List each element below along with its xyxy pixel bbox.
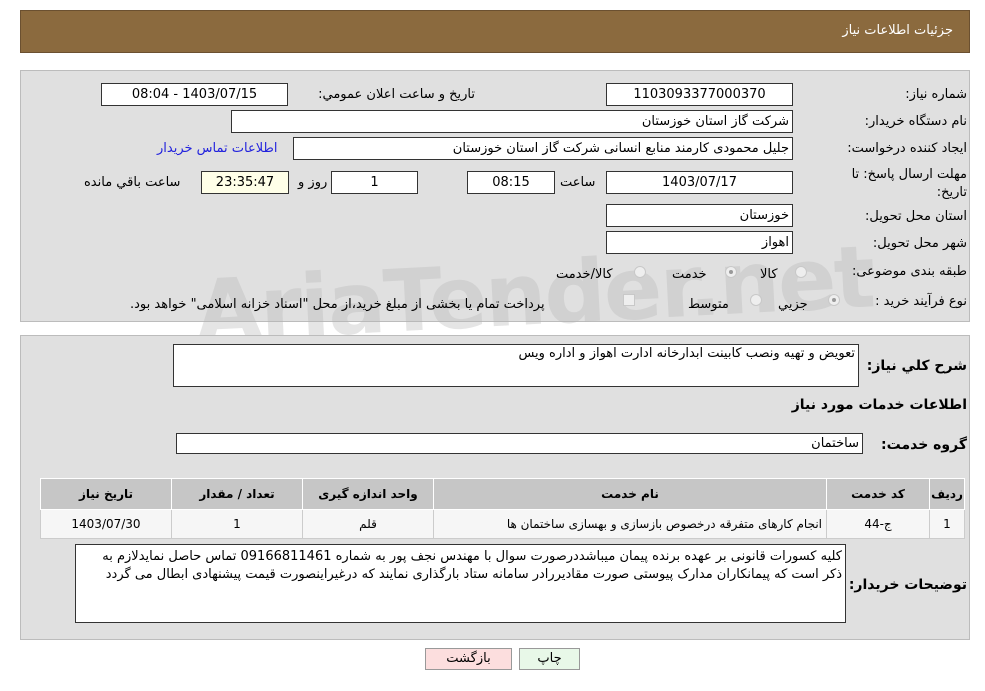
buyer-org-label: نام دستگاه خریدار: — [864, 114, 967, 129]
buyer-contact-link[interactable]: اطلاعات تماس خریدار — [157, 141, 277, 156]
col-qty: تعداد / مقدار — [171, 478, 303, 510]
deadline-label: مهلت ارسال پاسخ: تا تاریخ: — [851, 167, 967, 200]
table-header-row: ردیف کد خدمت نام خدمت واحد اندازه گیری ت… — [40, 478, 965, 510]
time-label: ساعت — [560, 175, 596, 190]
buyer-notes-label: توضیحات خریدار: — [848, 577, 967, 593]
remaining-time-field: 23:35:47 — [201, 171, 289, 194]
announce-field[interactable]: 1403/07/15 - 08:04 — [101, 83, 288, 106]
service-group-label: گروه خدمت: — [881, 437, 967, 453]
cell-unit: قلم — [302, 509, 434, 539]
process-radio-minor[interactable] — [828, 294, 840, 306]
cell-qty: 1 — [171, 509, 303, 539]
city-field[interactable]: اهواز — [606, 231, 793, 254]
deadline-time-field[interactable]: 08:15 — [467, 171, 555, 194]
process-option-minor: جزيي — [778, 297, 808, 312]
city-label: شهر محل تحویل: — [872, 236, 967, 251]
summary-textarea[interactable]: تعویض و تهیه ونصب کابینت ابدارخانه ادارت… — [173, 344, 859, 387]
col-code: کد خدمت — [826, 478, 930, 510]
page-title: جزئیات اطلاعات نیاز — [842, 23, 953, 38]
category-option-goods: کالا — [760, 267, 778, 282]
back-button[interactable]: بازگشت — [425, 648, 512, 670]
table-row: 1 ج-44 انجام کارهای متفرقه درخصوص بازساز… — [40, 509, 965, 539]
days-field[interactable]: 1 — [331, 171, 418, 194]
services-table: ردیف کد خدمت نام خدمت واحد اندازه گیری ت… — [40, 478, 965, 539]
treasury-payment-checkbox[interactable] — [623, 294, 635, 306]
category-radio-goods-service[interactable] — [634, 266, 646, 278]
services-title: اطلاعات خدمات مورد نیاز — [791, 397, 967, 413]
page-header: جزئیات اطلاعات نیاز — [20, 10, 970, 53]
summary-label: شرح کلي نیاز: — [866, 358, 967, 374]
service-group-field[interactable]: ساختمان — [176, 433, 863, 454]
cell-name: انجام کارهای متفرقه درخصوص بازسازی و بهس… — [433, 509, 827, 539]
col-date: تاریخ نیاز — [40, 478, 172, 510]
category-label: طبقه بندی موضوعی: — [851, 264, 967, 279]
col-name: نام خدمت — [433, 478, 827, 510]
creator-field[interactable]: جلیل محمودی کارمند منابع انسانی شرکت گاز… — [293, 137, 793, 160]
payment-note: پرداخت تمام یا بخشی از مبلغ خرید،از محل … — [130, 297, 545, 312]
cell-date: 1403/07/30 — [40, 509, 172, 539]
need-number-field[interactable]: 1103093377000370 — [606, 83, 793, 106]
process-label: نوع فرآیند خرید : — [875, 294, 967, 309]
category-option-goods-service: کالا/خدمت — [556, 267, 613, 282]
col-unit: واحد اندازه گیری — [302, 478, 434, 510]
cell-row: 1 — [929, 509, 965, 539]
need-number-label: شماره نیاز: — [905, 87, 967, 102]
cell-code: ج-44 — [826, 509, 930, 539]
process-option-medium: متوسط — [688, 297, 729, 312]
category-option-service: خدمت — [672, 267, 707, 282]
col-row: ردیف — [929, 478, 965, 510]
process-radio-medium[interactable] — [750, 294, 762, 306]
announce-label: تاریخ و ساعت اعلان عمومي: — [318, 87, 475, 102]
creator-label: ایجاد کننده درخواست: — [847, 141, 967, 156]
buyer-notes-textarea[interactable]: کلیه کسورات قانونی بر عهده برنده پیمان م… — [75, 544, 846, 623]
province-field[interactable]: خوزستان — [606, 204, 793, 227]
category-radio-service[interactable] — [725, 266, 737, 278]
print-button[interactable]: چاپ — [519, 648, 580, 670]
deadline-date-field[interactable]: 1403/07/17 — [606, 171, 793, 194]
category-radio-goods[interactable] — [795, 266, 807, 278]
province-label: استان محل تحویل: — [865, 209, 967, 224]
remaining-label: ساعت باقي مانده — [84, 175, 181, 190]
buyer-org-field[interactable]: شرکت گاز استان خوزستان — [231, 110, 793, 133]
days-label: روز و — [298, 175, 328, 190]
